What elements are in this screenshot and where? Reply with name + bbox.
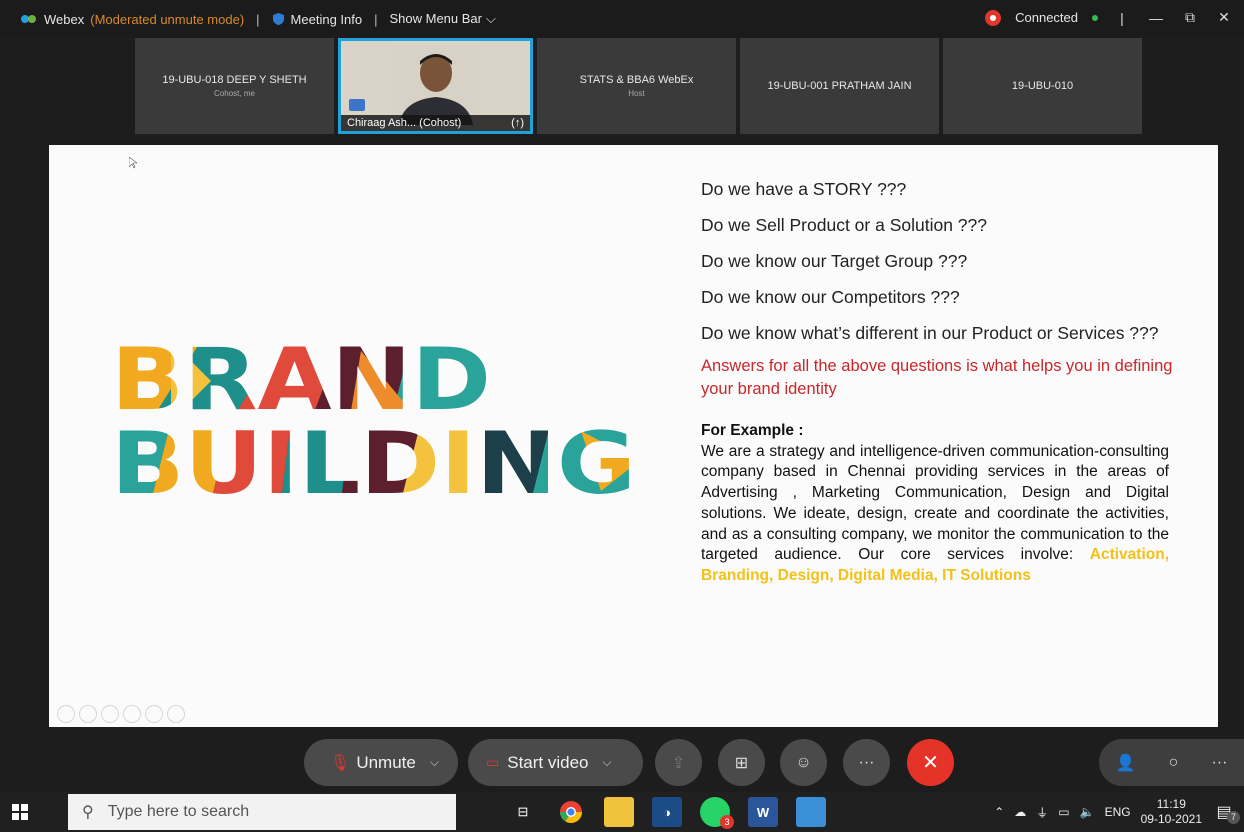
divider-icon: |: [1120, 9, 1124, 26]
unmute-label: Unmute: [356, 752, 416, 772]
annotation-toolbar: [57, 705, 185, 723]
unmute-button[interactable]: 🎙 Unmute ⌵: [304, 739, 458, 786]
photos-icon[interactable]: [796, 797, 826, 827]
shield-icon: [272, 13, 284, 25]
leave-meeting-icon[interactable]: ✕: [907, 739, 954, 786]
taskbar-search-input[interactable]: ⚲ Type here to search: [68, 794, 456, 830]
connection-status: Connected: [1015, 10, 1078, 25]
participant-name: 19-UBU-010: [1011, 80, 1074, 92]
clock[interactable]: 11:19 09-10-2021: [1141, 797, 1202, 827]
upload-icon: (↑): [511, 117, 524, 129]
notifications-icon[interactable]: ▤ 7: [1212, 802, 1240, 824]
more-icon[interactable]: [167, 705, 185, 723]
mic-muted-icon: 🎙: [330, 754, 351, 772]
chevron-down-icon: ⌵: [485, 11, 496, 26]
participant-video-tile[interactable]: Chiraag Ash... (Cohost) (↑): [338, 38, 533, 134]
date: 09-10-2021: [1140, 812, 1202, 826]
question-item: Do we know our Target Group ???: [701, 251, 968, 271]
question-item: Do we Sell Product or a Solution ???: [701, 215, 987, 235]
participant-name: 19-UBU-001 PRATHAM JAIN: [767, 80, 912, 92]
participant-tile[interactable]: STATS & BBA6 WebEx Host: [537, 38, 736, 134]
panel-controls: 👤 ○ ···: [1099, 739, 1244, 786]
task-view-icon[interactable]: ⊟: [508, 797, 538, 827]
time: 11:19: [1156, 797, 1186, 811]
language-indicator[interactable]: ENG: [1105, 805, 1131, 819]
slide-text: Do we have a STORY ??? Do we Sell Produc…: [701, 179, 1181, 587]
divider: |: [256, 11, 260, 27]
webex-app-icon[interactable]: ◑: [652, 797, 682, 827]
show-menu-bar-label: Show Menu Bar: [389, 11, 482, 26]
share-icon[interactable]: ⇪: [655, 739, 702, 786]
minimize-icon[interactable]: —: [1146, 10, 1166, 26]
participant-role: Host: [628, 89, 645, 98]
participant-role: Cohost, me: [214, 89, 255, 98]
whatsapp-icon[interactable]: 3: [700, 797, 734, 829]
wifi-icon[interactable]: ▭: [1058, 805, 1069, 819]
meeting-controls: 🎙 Unmute ⌵ ▭ Start video ⌵ ⇪ ⊞ ☺ ··· ✕ 👤…: [0, 735, 1244, 790]
word-icon[interactable]: W: [748, 797, 778, 827]
app-name: Webex: [44, 11, 85, 27]
file-explorer-icon[interactable]: [604, 797, 634, 827]
copy-icon[interactable]: [123, 705, 141, 723]
mouse-cursor-icon: [129, 157, 137, 169]
zoom-icon[interactable]: [145, 705, 163, 723]
question-item: Do we know our Competitors ???: [701, 287, 960, 307]
question-item: Do we know what’s different in our Produ…: [701, 323, 1159, 343]
webex-window: Webex (Moderated unmute mode) | Meeting …: [0, 0, 1244, 832]
video-label: Chiraag Ash... (Cohost) (↑): [341, 115, 530, 131]
example-heading: For Example :: [701, 422, 804, 439]
video-off-icon: ▭: [486, 754, 500, 770]
meeting-info-button[interactable]: Meeting Info: [291, 12, 363, 27]
windows-start-icon[interactable]: [0, 792, 40, 832]
chevron-up-icon[interactable]: ⌃: [994, 805, 1004, 819]
connected-dot-icon: [1092, 14, 1098, 21]
apps-icon[interactable]: ⊞: [718, 739, 765, 786]
system-tray: ⌃ ☁ ⏚ ▭ 🔈 ENG 11:19 09-10-2021 ▤ 7: [994, 792, 1244, 832]
divider: |: [374, 11, 378, 27]
pen-icon[interactable]: [101, 705, 119, 723]
usb-icon[interactable]: ⏚: [1036, 804, 1048, 821]
chevron-down-icon[interactable]: ⌵: [603, 755, 612, 770]
participant-tile[interactable]: 19-UBU-010: [943, 38, 1142, 134]
notification-count: 7: [1227, 811, 1240, 824]
restore-icon[interactable]: ⧉: [1180, 9, 1200, 26]
participant-name: Chiraag Ash... (Cohost): [347, 117, 462, 129]
start-video-button[interactable]: ▭ Start video ⌵: [468, 739, 643, 786]
participant-video-feed: [391, 45, 481, 125]
search-placeholder: Type here to search: [107, 803, 250, 820]
chevron-down-icon[interactable]: ⌵: [430, 755, 439, 770]
close-icon[interactable]: ✕: [1214, 9, 1234, 26]
answer-statement: Answers for all the above questions is w…: [701, 357, 1173, 398]
notification-badge: 3: [720, 815, 734, 829]
start-video-label: Start video: [507, 752, 589, 772]
brand-building-artwork: BRAND BUILDING: [111, 341, 636, 501]
participant-name: STATS & BBA6 WebEx: [579, 74, 694, 86]
participant-tile[interactable]: 19-UBU-001 PRATHAM JAIN: [740, 38, 939, 134]
show-menu-bar-button[interactable]: Show Menu Bar ⌵: [389, 11, 495, 27]
previous-icon[interactable]: [57, 705, 75, 723]
network-icon[interactable]: ☁: [1014, 805, 1026, 819]
chrome-icon[interactable]: [556, 797, 586, 827]
webex-logo-icon: [21, 15, 36, 23]
shared-content-slide: BRAND BUILDING: [49, 145, 1218, 727]
recording-icon[interactable]: [985, 9, 1002, 26]
participant-strip: 19-UBU-018 DEEP Y SHETH Cohost, me Chira…: [135, 38, 1142, 134]
windows-taskbar: ⚲ Type here to search ⊟ ◑ 3 W ⌃ ☁ ⏚ ▭ 🔈 …: [0, 792, 1244, 832]
question-item: Do we have a STORY ???: [701, 179, 907, 199]
search-icon: ⚲: [82, 804, 94, 821]
example-block: For Example : We are a strategy and inte…: [701, 421, 1169, 587]
more-panels-icon[interactable]: ···: [1211, 754, 1227, 772]
participant-name: 19-UBU-018 DEEP Y SHETH: [162, 74, 307, 86]
volume-icon[interactable]: 🔈: [1080, 805, 1095, 819]
chat-icon[interactable]: ○: [1169, 754, 1179, 772]
title-bar: Webex (Moderated unmute mode) | Meeting …: [0, 0, 1244, 38]
unmute-mode-label: (Moderated unmute mode): [90, 11, 245, 27]
share-badge-icon: [349, 99, 365, 111]
next-icon[interactable]: [79, 705, 97, 723]
more-options-icon[interactable]: ···: [843, 739, 890, 786]
reactions-icon[interactable]: ☺: [780, 739, 827, 786]
participants-icon[interactable]: 👤: [1116, 753, 1136, 773]
participant-tile[interactable]: 19-UBU-018 DEEP Y SHETH Cohost, me: [135, 38, 334, 134]
